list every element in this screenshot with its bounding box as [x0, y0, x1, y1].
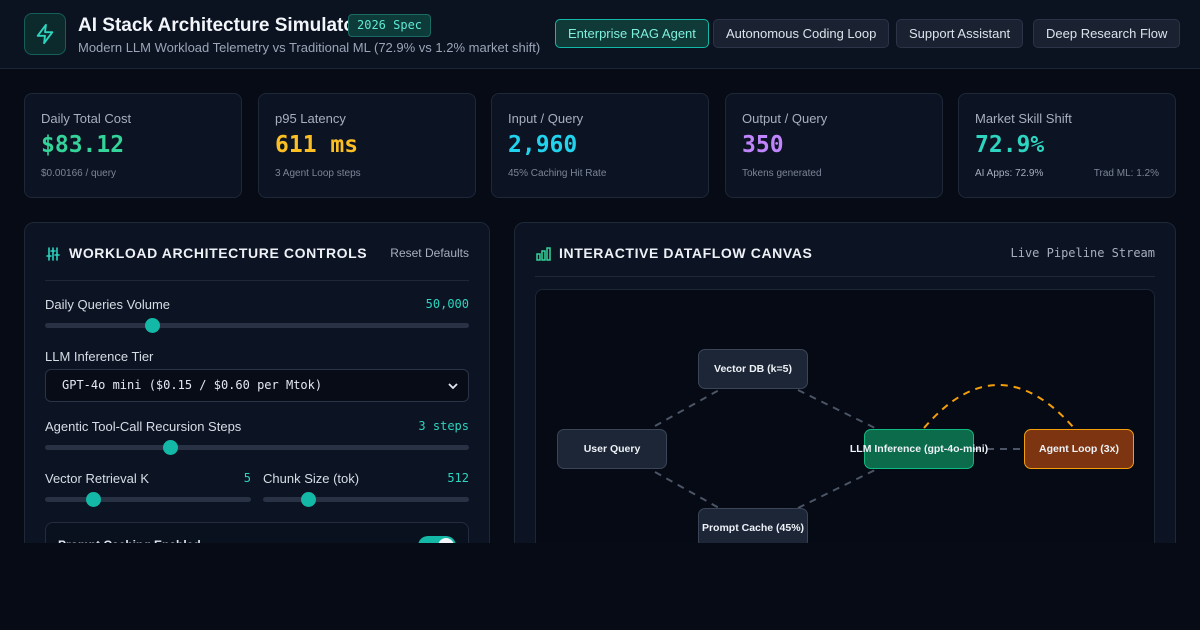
edge-vector-llm	[797, 389, 880, 431]
stat-card-market-skill-shift: Market Skill Shift 72.9% AI Apps: 72.9% …	[958, 93, 1176, 198]
llm-tier-select[interactable]: GPT-4o mini ($0.15 / $0.60 per Mtok)	[45, 369, 469, 402]
stat-value-output: 350	[742, 132, 784, 158]
stat-card-output-per-query: Output / Query 350 Tokens generated	[725, 93, 943, 198]
queries-label: Daily Queries Volume	[45, 297, 170, 312]
stat-label: Market Skill Shift	[975, 111, 1072, 126]
stat-label: Output / Query	[742, 111, 828, 126]
stat-sub: 45% Caching Hit Rate	[508, 168, 607, 179]
controls-title: WORKLOAD ARCHITECTURE CONTROLS	[69, 245, 368, 261]
node-llm-inference[interactable]: LLM Inference (gpt-4o-mini)	[850, 429, 988, 469]
queries-slider-thumb[interactable]	[145, 318, 160, 333]
app-header: AI Stack Architecture Simulator 2026 Spe…	[0, 0, 1200, 69]
edge-query-vector	[654, 389, 720, 427]
preset-support-assistant[interactable]: Support Assistant	[896, 19, 1024, 48]
viewport-bottom	[0, 543, 1200, 630]
retrieval-k-label: Vector Retrieval K	[45, 471, 150, 486]
stat-sub: Tokens generated	[742, 168, 822, 179]
dataflow-panel: INTERACTIVE DATAFLOW CANVAS Live Pipelin…	[514, 222, 1176, 579]
node-agent-loop[interactable]: Agent Loop (3x)	[1024, 429, 1134, 469]
spec-badge: 2026 Spec	[348, 14, 432, 37]
retrieval-k-slider[interactable]	[45, 492, 251, 507]
chunk-size-slider-thumb[interactable]	[301, 492, 316, 507]
llm-tier-selected: GPT-4o mini ($0.15 / $0.60 per Mtok)	[62, 378, 323, 392]
queries-value: 50,000	[425, 297, 469, 311]
chevron-down-icon	[448, 383, 458, 390]
dataflow-canvas[interactable]: User Query Vector DB (k=5) Prompt Cache …	[535, 289, 1155, 579]
edge-query-cache	[654, 471, 720, 509]
node-user-query[interactable]: User Query	[557, 429, 667, 469]
chunk-size-slider[interactable]	[263, 492, 469, 507]
retrieval-k-slider-thumb[interactable]	[86, 492, 101, 507]
recursion-value: 3 steps	[418, 419, 469, 433]
bar-chart-icon	[536, 247, 551, 266]
recursion-slider-thumb[interactable]	[163, 440, 178, 455]
lightning-icon	[24, 13, 66, 55]
stat-card-daily-cost: Daily Total Cost $83.12 $0.00166 / query	[24, 93, 242, 198]
sliders-icon	[46, 247, 60, 266]
app-subtitle: Modern LLM Workload Telemetry vs Traditi…	[78, 40, 541, 55]
app-title: AI Stack Architecture Simulator	[78, 15, 363, 36]
node-vector-db[interactable]: Vector DB (k=5)	[698, 349, 808, 389]
stat-sub-ai-apps: AI Apps: 72.9%	[975, 168, 1044, 179]
stat-label: Input / Query	[508, 111, 584, 126]
divider	[535, 276, 1155, 277]
node-prompt-cache[interactable]: Prompt Cache (45%)	[698, 508, 808, 548]
dataflow-title: INTERACTIVE DATAFLOW CANVAS	[559, 245, 813, 261]
divider	[45, 280, 469, 281]
stat-value-cost: $83.12	[41, 132, 125, 158]
retrieval-k-value: 5	[243, 471, 251, 485]
chunk-size-value: 512	[447, 471, 469, 485]
stat-label: p95 Latency	[275, 111, 346, 126]
stat-value-latency: 611 ms	[275, 132, 359, 158]
chunk-size-label: Chunk Size (tok)	[263, 471, 360, 486]
pipeline-status: Live Pipeline Stream	[1010, 246, 1156, 260]
recursion-label: Agentic Tool-Call Recursion Steps	[45, 419, 242, 434]
stat-sub: $0.00166 / query	[41, 168, 117, 179]
stat-card-input-per-query: Input / Query 2,960 45% Caching Hit Rate	[491, 93, 709, 198]
stat-sub-trad-ml: Trad ML: 1.2%	[1093, 168, 1159, 179]
stat-value-market: 72.9%	[975, 132, 1045, 158]
recursion-slider[interactable]	[45, 440, 469, 455]
tier-label: LLM Inference Tier	[45, 349, 154, 364]
stat-card-latency: p95 Latency 611 ms 3 Agent Loop steps	[258, 93, 476, 198]
edge-agent-loop-back	[923, 384, 1075, 429]
reset-defaults-button[interactable]: Reset Defaults	[390, 246, 469, 260]
stat-value-input: 2,960	[508, 132, 578, 158]
preset-enterprise-rag-agent[interactable]: Enterprise RAG Agent	[555, 19, 709, 48]
preset-autonomous-coding-loop[interactable]: Autonomous Coding Loop	[713, 19, 890, 48]
stat-label: Daily Total Cost	[41, 111, 132, 126]
stat-sub: 3 Agent Loop steps	[275, 168, 361, 179]
edge-cache-llm	[797, 467, 880, 509]
preset-deep-research-flow[interactable]: Deep Research Flow	[1033, 19, 1181, 48]
queries-slider[interactable]	[45, 318, 469, 333]
controls-panel: WORKLOAD ARCHITECTURE CONTROLS Reset Def…	[24, 222, 490, 582]
